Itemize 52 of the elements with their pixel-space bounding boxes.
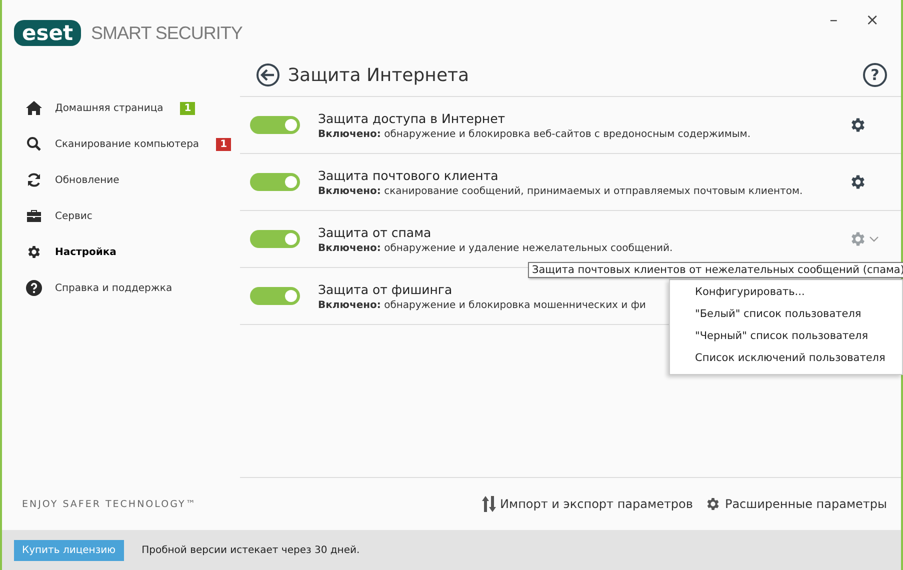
sidebar-item[interactable]: Домашняя страница 1 [2, 90, 240, 126]
setting-description: Включено: обнаружение и блокировка мошеннических и фи [318, 300, 646, 310]
sidebar-label: Сканирование компьютера [55, 138, 200, 150]
help-button[interactable]: ? [863, 63, 887, 87]
help-icon [26, 280, 42, 296]
setting-description: Включено: сканирование сообщений, принимаемых и отправляемых почтовым клиентом. [318, 186, 803, 196]
setting-description: Включено: обнаружение и блокировка веб-сайтов с вредоносным содержимым. [318, 128, 750, 140]
page-title: Защита Интернета [288, 64, 470, 86]
setting-description: Включено: обнаружение и удаление нежелательных сообщений. [318, 242, 673, 254]
setting-title: Защита почтового клиента [318, 168, 498, 182]
home-icon [26, 100, 42, 116]
count-badge: 1 [216, 138, 232, 150]
sidebar-item[interactable]: Сканирование компьютера 1 [2, 126, 240, 162]
sidebar-label: Сервис [55, 210, 92, 222]
sidebar-label: Настройка [55, 246, 116, 258]
setting-title: Защита от спама [318, 224, 432, 240]
trial-message: Пробной версии истекает через 30 дней. [142, 544, 360, 556]
toggle-switch[interactable] [250, 287, 300, 305]
sidebar-item[interactable]: Справка и поддержка [2, 270, 240, 306]
toggle-switch[interactable] [250, 230, 300, 248]
briefcase-icon [26, 208, 42, 224]
gear-icon [26, 244, 42, 260]
gear-icon[interactable] [704, 496, 721, 512]
product-name: SMART SECURITY [91, 22, 242, 44]
toggle-switch[interactable] [250, 173, 300, 191]
toggle-switch[interactable] [250, 116, 300, 134]
sidebar-label: Обновление [55, 174, 120, 186]
chevron-icon[interactable] [869, 236, 879, 242]
back-icon[interactable] [256, 63, 280, 87]
sidebar-label: Справка и поддержка [55, 282, 172, 294]
menu-item[interactable]: "Белый" список пользователя [670, 304, 902, 326]
refresh-icon [26, 172, 42, 188]
sidebar-item[interactable]: Настройка [2, 234, 240, 270]
settings-icon[interactable] [849, 173, 867, 191]
sidebar-item[interactable]: Обновление [2, 162, 240, 198]
menu-item[interactable]: Конфигурировать... [670, 282, 902, 304]
settings-icon[interactable] [849, 116, 867, 134]
search-icon [26, 136, 42, 152]
brand-logo: eset [14, 20, 82, 46]
count-badge: 1 [180, 102, 196, 114]
sidebar-item[interactable]: Сервис [2, 198, 240, 234]
footer-link[interactable]: Импорт и экспорт параметров [482, 496, 693, 512]
sidebar-label: Домашняя страница [55, 102, 164, 114]
menu-item[interactable]: Список исключений пользователя [670, 348, 902, 370]
close-button[interactable]: × [866, 10, 879, 54]
minimize-button[interactable]: – [830, 10, 838, 54]
tagline: ENJOY SAFER TECHNOLOGY™ [21, 499, 198, 512]
sort-arrows-icon [482, 496, 496, 512]
setting-title: Защита доступа в Интернет [318, 110, 506, 126]
setting-title: Защита от фишинга [318, 282, 452, 296]
footer-link[interactable]: Расширенные параметры [704, 496, 887, 512]
menu-item[interactable]: "Черный" список пользователя [670, 326, 902, 348]
